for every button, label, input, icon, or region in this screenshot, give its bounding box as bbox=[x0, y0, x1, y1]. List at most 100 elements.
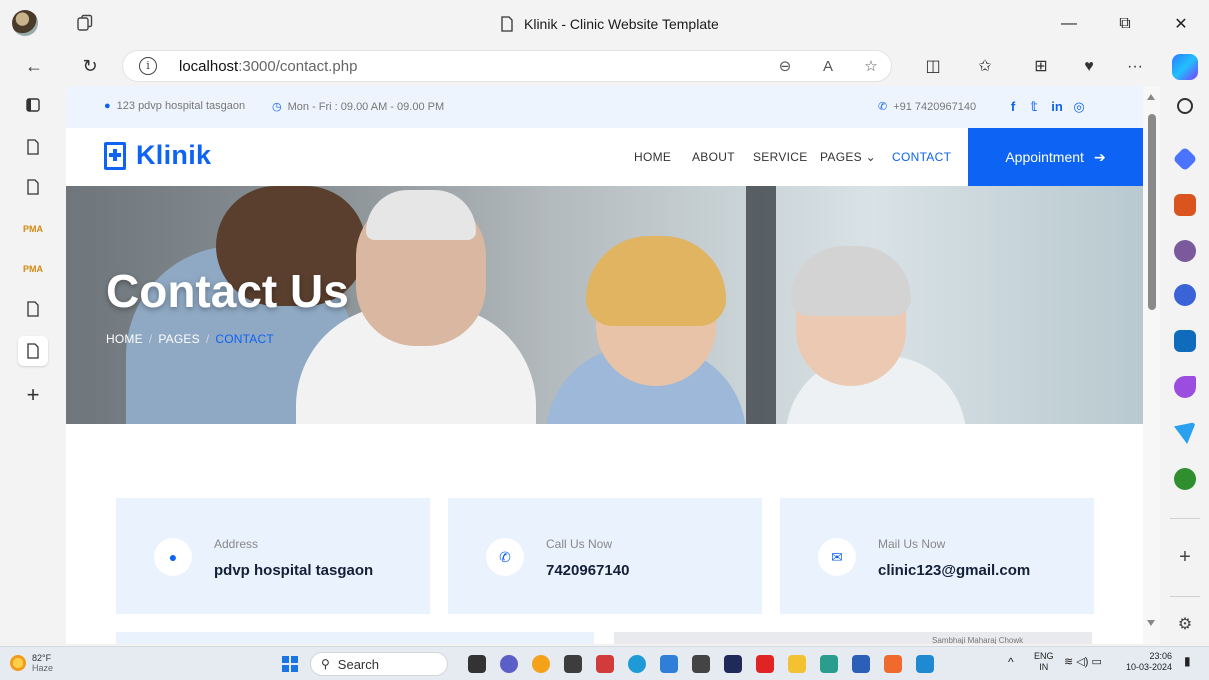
tab-page-icon[interactable] bbox=[18, 132, 48, 162]
notification-icon[interactable]: ▮ bbox=[1184, 655, 1191, 667]
telegram-icon[interactable] bbox=[1174, 422, 1196, 444]
read-aloud-icon[interactable]: A bbox=[818, 57, 838, 77]
weather-widget[interactable]: 82°F Haze bbox=[10, 653, 53, 673]
app-icon[interactable] bbox=[564, 655, 582, 673]
arrow-right-icon: ➔ bbox=[1093, 148, 1106, 165]
brand-name: Klinik bbox=[136, 140, 212, 170]
task-view-icon[interactable] bbox=[468, 655, 486, 673]
site-info-icon[interactable]: i bbox=[139, 57, 157, 75]
nav-contact[interactable]: CONTACT bbox=[892, 150, 951, 164]
tab-page-icon[interactable] bbox=[18, 172, 48, 202]
xampp-icon[interactable] bbox=[884, 655, 902, 673]
edge-icon[interactable] bbox=[628, 655, 646, 673]
zoom-out-icon[interactable]: ⊖ bbox=[775, 57, 795, 77]
instagram-icon[interactable]: ◎ bbox=[1070, 98, 1088, 116]
terminal-icon[interactable] bbox=[692, 655, 710, 673]
notepad-icon[interactable] bbox=[660, 655, 678, 673]
new-tab-plus-icon[interactable]: + bbox=[18, 380, 48, 410]
scroll-thumb[interactable] bbox=[1148, 114, 1156, 310]
sidebar-separator bbox=[1170, 596, 1200, 597]
clock-icon: ◷ bbox=[272, 101, 282, 113]
restore-button[interactable]: ⧉ bbox=[1097, 0, 1153, 48]
url-text[interactable]: localhost:3000/contact.php bbox=[179, 58, 357, 75]
windows-start-icon[interactable] bbox=[282, 656, 298, 672]
word-icon[interactable] bbox=[852, 655, 870, 673]
card-label: Address bbox=[214, 537, 259, 551]
minimize-button[interactable]: — bbox=[1041, 0, 1097, 48]
clock[interactable]: 23:06 10-03-2024 bbox=[1126, 651, 1172, 673]
copilot-icon[interactable] bbox=[1172, 54, 1198, 80]
tab-page-icon[interactable] bbox=[18, 294, 48, 324]
weather-condition-text: Haze bbox=[32, 663, 54, 673]
appointment-button[interactable]: Appointment ➔ bbox=[968, 128, 1143, 186]
map-marker-icon: ● bbox=[154, 538, 192, 576]
tree-icon[interactable] bbox=[1174, 468, 1196, 490]
edge-sidebar: + ⚙ bbox=[1160, 84, 1209, 646]
nav-home[interactable]: HOME bbox=[634, 150, 671, 164]
language-code: ENG bbox=[1034, 651, 1054, 661]
add-sidebar-app-plus-icon[interactable]: + bbox=[1174, 546, 1196, 568]
youtube-icon[interactable] bbox=[756, 655, 774, 673]
scroll-up-arrow-icon[interactable] bbox=[1147, 94, 1155, 100]
back-arrow-icon[interactable]: ← bbox=[20, 52, 48, 80]
tab-actions-icon[interactable] bbox=[76, 14, 94, 32]
mail-card: ✉ Mail Us Now clinic123@gmail.com bbox=[780, 498, 1094, 614]
hospital-icon bbox=[104, 141, 126, 170]
teams-icon[interactable] bbox=[500, 655, 518, 673]
tab-phpmyadmin-icon[interactable]: PMA bbox=[18, 254, 48, 284]
breadcrumb-current: CONTACT bbox=[215, 332, 274, 346]
profile-avatar[interactable] bbox=[12, 10, 38, 36]
favorite-star-icon[interactable]: ☆ bbox=[861, 57, 881, 77]
phone-icon: ✆ bbox=[486, 538, 524, 576]
nav-service[interactable]: SERVICE bbox=[753, 150, 808, 164]
microsoft-365-icon[interactable] bbox=[1174, 284, 1196, 306]
nav-about[interactable]: ABOUT bbox=[692, 150, 735, 164]
linkedin-icon[interactable]: in bbox=[1048, 98, 1066, 116]
tab-panel-toggle-icon[interactable] bbox=[18, 90, 48, 120]
favorites-icon[interactable]: ✩ bbox=[974, 56, 996, 78]
region-code: IN bbox=[1039, 662, 1049, 672]
more-menu-icon[interactable]: ··· bbox=[1124, 56, 1146, 78]
language-indicator[interactable]: ENG IN bbox=[1034, 651, 1054, 673]
site-logo[interactable]: Klinik bbox=[104, 140, 211, 171]
tab-active-page-icon[interactable] bbox=[18, 336, 48, 366]
page-scrollbar[interactable] bbox=[1143, 86, 1160, 644]
close-button[interactable]: ✕ bbox=[1153, 0, 1209, 48]
games-icon[interactable] bbox=[1174, 240, 1196, 262]
browser-toolbar: ← ↻ i localhost:3000/contact.php ⊖ A ☆ ◫… bbox=[0, 48, 1209, 84]
card-value: clinic123@gmail.com bbox=[878, 562, 1031, 579]
site-navbar: Klinik HOME ABOUT SERVICE PAGES ⌄ CONTAC… bbox=[66, 128, 1143, 186]
tab-phpmyadmin-icon[interactable]: PMA bbox=[18, 214, 48, 244]
store-icon[interactable] bbox=[820, 655, 838, 673]
refresh-icon[interactable]: ↻ bbox=[76, 52, 104, 80]
breadcrumb-pages[interactable]: PAGES bbox=[158, 332, 199, 346]
mcafee-icon[interactable] bbox=[596, 655, 614, 673]
photoshop-icon[interactable] bbox=[724, 655, 742, 673]
map-marker-icon: ● bbox=[104, 100, 111, 112]
search-icon[interactable] bbox=[1177, 98, 1193, 114]
browser-essentials-icon[interactable]: ♥ bbox=[1078, 56, 1100, 78]
settings-gear-icon[interactable]: ⚙ bbox=[1174, 614, 1196, 636]
outlook-icon[interactable] bbox=[1174, 330, 1196, 352]
designer-icon[interactable] bbox=[1174, 376, 1196, 398]
show-hidden-icons-chevron-icon[interactable]: ^ bbox=[1008, 656, 1014, 668]
shopping-tag-icon[interactable] bbox=[1172, 146, 1198, 172]
nav-pages-dropdown[interactable]: PAGES ⌄ bbox=[820, 150, 876, 164]
wifi-volume-battery-icon[interactable]: ≋ ◁) ▭ bbox=[1064, 657, 1102, 668]
facebook-icon[interactable]: f bbox=[1004, 98, 1022, 116]
tools-briefcase-icon[interactable] bbox=[1174, 194, 1196, 216]
page-icon bbox=[501, 16, 513, 32]
collections-icon[interactable]: ⊞ bbox=[1030, 56, 1052, 78]
vscode-icon[interactable] bbox=[916, 655, 934, 673]
split-screen-icon[interactable]: ◫ bbox=[922, 56, 944, 78]
scroll-down-arrow-icon[interactable] bbox=[1147, 620, 1155, 626]
chrome-icon[interactable] bbox=[532, 655, 550, 673]
breadcrumb-home[interactable]: HOME bbox=[106, 332, 143, 346]
card-label: Call Us Now bbox=[546, 537, 613, 551]
file-explorer-icon[interactable] bbox=[788, 655, 806, 673]
address-bar[interactable]: i localhost:3000/contact.php ⊖ A ☆ bbox=[122, 50, 892, 82]
breadcrumb-separator: / bbox=[148, 332, 153, 346]
twitter-icon[interactable]: 𝕥 bbox=[1025, 98, 1043, 116]
taskbar-search[interactable]: ⚲ Search bbox=[310, 652, 448, 676]
map-embed[interactable]: Sambhaji Maharaj Chowk bbox=[614, 632, 1092, 644]
